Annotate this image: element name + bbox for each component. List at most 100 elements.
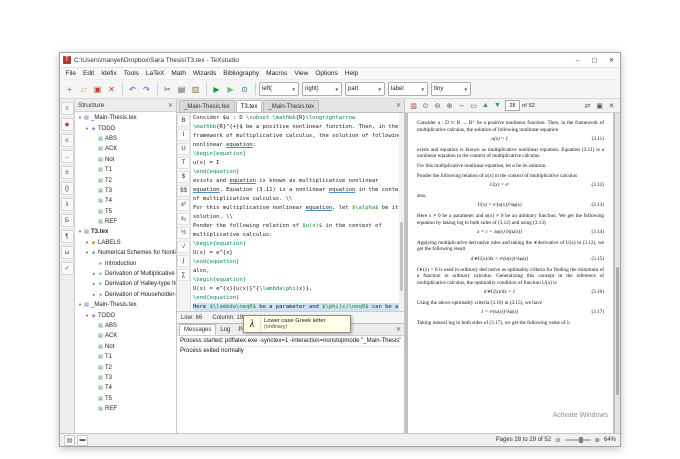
editor-line[interactable]: \begin{equation} <box>193 240 402 249</box>
next-page-button[interactable]: ▼ <box>492 100 503 111</box>
underline-button[interactable]: U <box>177 143 190 155</box>
compile-button[interactable]: ▶ <box>224 83 237 96</box>
structure-item[interactable]: ▾ ◆ LABELS <box>75 238 176 248</box>
structure-item[interactable]: ▤ ACK <box>75 331 176 341</box>
text-symbols-tab[interactable]: ¶ <box>60 230 74 243</box>
page-number-input[interactable]: 28 <box>505 100 520 111</box>
fit-page-button[interactable]: ▭ <box>468 100 479 111</box>
structure-item[interactable]: ▾ ▤ _Main-Thesis.tex <box>75 113 176 123</box>
close-tab-button[interactable]: ✕ <box>396 102 401 109</box>
structure-item[interactable]: ▸●Derivation of Householder-type... <box>75 290 176 300</box>
editor-line[interactable]: \end{equation} <box>193 168 402 177</box>
display-math-button[interactable]: $$ <box>177 185 190 197</box>
zoom-out-icon[interactable]: ⊖ <box>555 436 560 444</box>
detach-viewer-button[interactable]: ▣ <box>594 100 605 111</box>
pdf-page-area[interactable]: Consider u : D ⊂ R → R⁺ be a positive no… <box>405 113 620 433</box>
close-file-button[interactable]: ✕ <box>105 83 118 96</box>
integral-button[interactable]: ∫ <box>177 255 190 267</box>
editor-line[interactable]: nonlinear equation: <box>193 141 402 150</box>
editor-line[interactable]: of multiplicative calculus. \\ <box>193 195 402 204</box>
editor-tab-active[interactable]: T3.tex <box>235 100 263 112</box>
paste-button[interactable]: ▥ <box>189 83 202 96</box>
zoom-slider-thumb[interactable] <box>578 437 583 443</box>
menu-view[interactable]: View <box>291 70 312 77</box>
menu-macros[interactable]: Macros <box>263 70 291 77</box>
editor-line[interactable]: framework of multiplicative calculus, th… <box>193 132 402 141</box>
pdf-scrollbar[interactable] <box>615 113 620 433</box>
menu-help[interactable]: Help <box>341 70 361 77</box>
font-size-combo[interactable]: tiny ▼ <box>431 82 471 96</box>
find-in-pdf-button[interactable]: ⊙ <box>420 100 431 111</box>
close-button[interactable]: ✕ <box>603 53 620 67</box>
toggle-embedded-viewer-button[interactable]: ▥ <box>408 100 419 111</box>
messages-tab-messages[interactable]: Messages <box>179 324 217 335</box>
editor-line[interactable]: also, <box>193 267 402 276</box>
editor-line[interactable]: equation. Equation (3.11) is a nonlinear… <box>193 186 404 195</box>
save-file-button[interactable]: ▣ <box>91 83 104 96</box>
editor-line[interactable]: u(x) = I <box>193 159 402 168</box>
structure-item[interactable]: ▤ T2 <box>75 362 176 372</box>
editor-line[interactable]: exists and equation is known as multipli… <box>193 177 402 186</box>
editor-line[interactable]: \end{equation} <box>193 294 402 303</box>
menu-tools[interactable]: Tools <box>120 70 142 77</box>
editor-tab[interactable]: _Main-Thesis.tex <box>179 100 235 112</box>
editor-line[interactable]: \begin{equation} <box>193 276 402 285</box>
undo-button[interactable]: ↶ <box>126 83 139 96</box>
close-messages-panel-button[interactable]: ✕ <box>396 326 401 333</box>
title-bar[interactable]: T C:\Users\manyel\Dropbox\Sara Thesis\T3… <box>60 53 620 68</box>
delimiter-symbols-tab[interactable]: {} <box>60 182 74 195</box>
zoom-slider[interactable] <box>564 437 591 443</box>
right-bracket-combo[interactable]: right) ▼ <box>302 82 342 96</box>
structure-item[interactable]: ▤ T5 <box>75 207 176 217</box>
left-bracket-combo[interactable]: left(▼ <box>259 82 299 96</box>
cyrillic-symbols-tab[interactable]: Б <box>60 214 74 227</box>
square-root-button[interactable]: √ <box>177 241 190 253</box>
structure-item[interactable]: ▤ T1 <box>75 165 176 175</box>
editor-line[interactable]: solution. \\ <box>193 213 402 222</box>
reference-combo[interactable]: label ▼ <box>388 82 428 96</box>
menu-latex[interactable]: LaTeX <box>142 70 167 77</box>
view-pdf-button[interactable]: ⊙ <box>238 83 251 96</box>
structure-item[interactable]: ▾ ◈ TODO <box>75 310 176 320</box>
open-file-button[interactable]: ▱ <box>77 83 90 96</box>
menu-options[interactable]: Options <box>312 70 341 77</box>
math-symbols-tab[interactable]: ± <box>60 166 74 179</box>
redo-button[interactable]: ↷ <box>140 83 153 96</box>
structure-item[interactable]: ▾ ▤ T3.tex <box>75 227 176 237</box>
cut-button[interactable]: ✂ <box>161 83 174 96</box>
structure-item[interactable]: ▤ T1 <box>75 352 176 362</box>
close-structure-panel-button[interactable]: ✕ <box>168 102 173 109</box>
structure-item[interactable]: ▤ Not <box>75 155 176 165</box>
structure-item[interactable]: ▤ T4 <box>75 196 176 206</box>
structure-item[interactable]: ▤ ABS <box>75 321 176 331</box>
structure-item[interactable]: ▤ REF <box>75 404 176 414</box>
editor-scrollbar[interactable] <box>399 113 404 311</box>
menu-edit[interactable]: Edit <box>79 70 97 77</box>
editor-scrollbar-thumb[interactable] <box>400 221 403 292</box>
special-symbols-tab[interactable]: ✓ <box>60 262 74 275</box>
fraction-button[interactable]: ½ <box>177 227 190 239</box>
build-and-view-button[interactable]: ▶ <box>210 83 223 96</box>
inline-math-button[interactable]: $ <box>177 171 190 183</box>
structure-item[interactable]: ▤ REF <box>75 217 176 227</box>
toggle-structure-panel-button[interactable]: ▤ <box>64 434 75 446</box>
editor-line[interactable]: Ponder the following relation of $u(x)$ … <box>193 222 402 231</box>
fit-width-button[interactable]: ↔ <box>456 100 467 111</box>
editor-line[interactable]: Here $\lambda\neq0$ be a parameter and $… <box>193 303 402 311</box>
structure-item[interactable]: ● Introduction <box>75 258 176 268</box>
sum-button[interactable]: ∑ <box>177 269 190 281</box>
structure-item[interactable]: ▾●Numerical Schemes for Nonlinear Eq... <box>75 248 176 258</box>
sectioning-combo[interactable]: part ▼ <box>345 82 385 96</box>
bold-button[interactable]: B <box>177 115 190 127</box>
menu-math[interactable]: Math <box>168 70 189 77</box>
editor-line[interactable]: multiplicative calculus: <box>193 231 402 240</box>
pdf-page[interactable]: Consider u : D ⊂ R → R⁺ be a positive no… <box>408 113 613 433</box>
superscript-button[interactable]: x² <box>177 199 190 211</box>
new-file-button[interactable]: + <box>63 83 76 96</box>
minimize-button[interactable]: – <box>569 53 586 67</box>
menu-wizards[interactable]: Wizards <box>189 70 219 77</box>
subscript-button[interactable]: x₂ <box>177 213 190 225</box>
copy-button[interactable]: ▤ <box>175 83 188 96</box>
greek-symbols-tab[interactable]: λ <box>60 198 74 211</box>
zoom-in-button[interactable]: ⊕ <box>444 100 455 111</box>
